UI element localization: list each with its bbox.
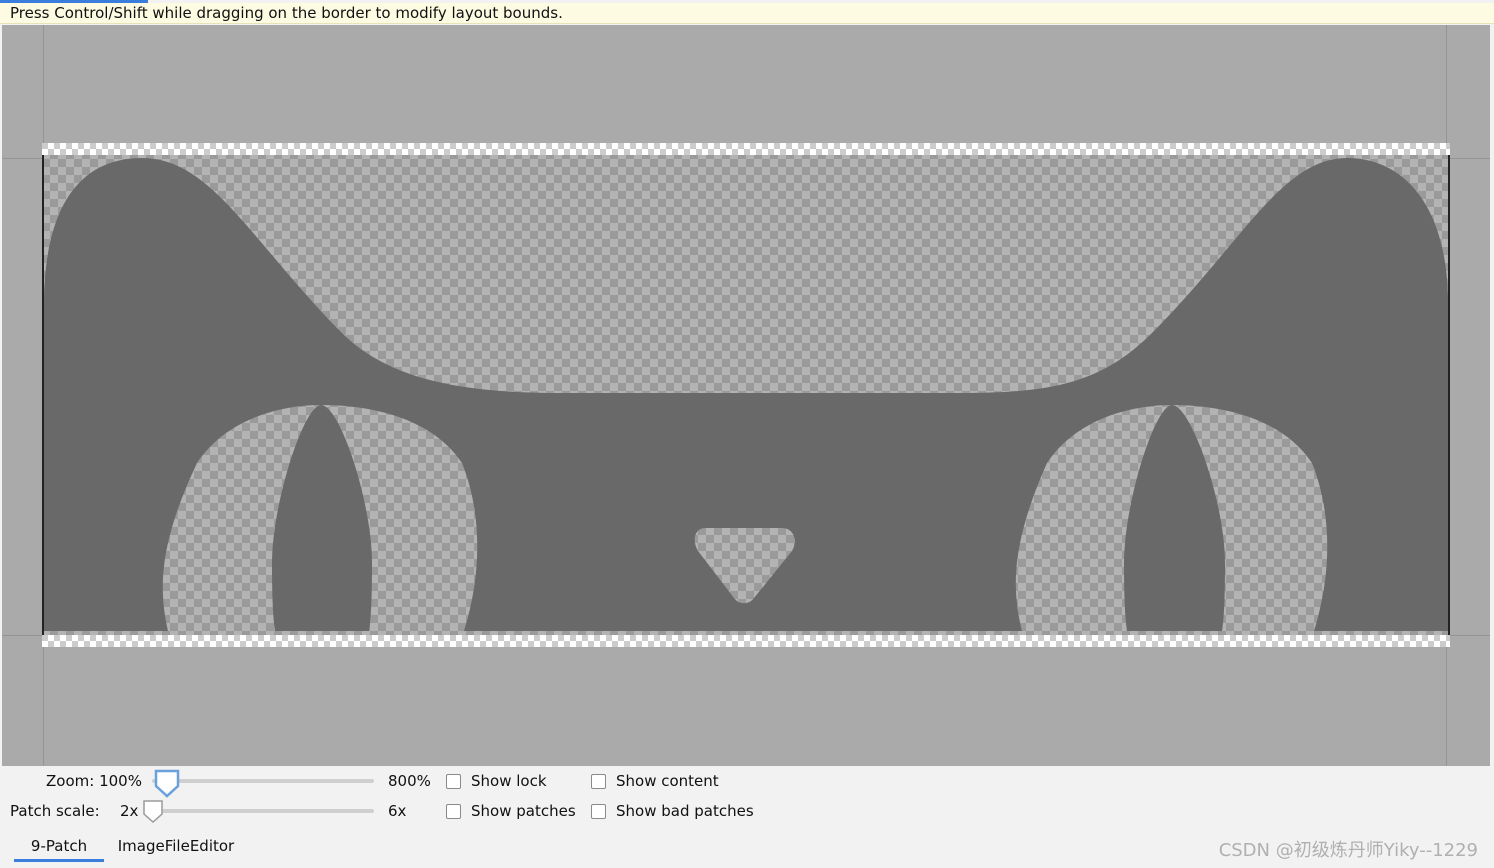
nine-patch-canvas[interactable]	[2, 25, 1490, 766]
slider-thumb-icon	[143, 800, 163, 824]
show-content-label[interactable]: Show content	[616, 771, 719, 791]
patch-scale-label: Patch scale:	[10, 802, 100, 820]
zoom-max-label: 800%	[388, 772, 431, 790]
slider-thumb-icon	[154, 769, 180, 798]
cat-face-image	[42, 143, 1450, 647]
top-patch-border	[42, 143, 1450, 155]
show-bad-patches-label[interactable]: Show bad patches	[616, 801, 754, 821]
show-patches-label[interactable]: Show patches	[471, 801, 576, 821]
nine-patch-image[interactable]	[42, 143, 1450, 647]
bottom-patch-border	[42, 635, 1450, 647]
zoom-slider-thumb[interactable]	[154, 769, 180, 803]
zoom-label: Zoom: 100%	[46, 772, 142, 790]
zoom-slider-track[interactable]	[152, 779, 374, 783]
patch-scale-min-label: 2x	[120, 802, 139, 820]
left-edge-line	[42, 155, 44, 635]
patch-scale-slider-track[interactable]	[150, 809, 374, 813]
hint-bar: Press Control/Shift while dragging on th…	[0, 3, 1494, 24]
show-lock-label[interactable]: Show lock	[471, 771, 547, 791]
show-patches-checkbox[interactable]	[446, 804, 461, 819]
show-lock-checkbox[interactable]	[446, 774, 461, 789]
tab-image-file-editor[interactable]: ImageFileEditor	[112, 832, 240, 862]
patch-scale-slider-thumb[interactable]	[142, 799, 164, 829]
right-edge-line	[1448, 155, 1450, 635]
tab-9-patch[interactable]: 9-Patch	[14, 832, 104, 862]
watermark: CSDN @初级炼丹师Yiky--1229	[1218, 840, 1478, 861]
show-bad-patches-checkbox[interactable]	[591, 804, 606, 819]
patch-scale-max-label: 6x	[388, 802, 407, 820]
show-content-checkbox[interactable]	[591, 774, 606, 789]
